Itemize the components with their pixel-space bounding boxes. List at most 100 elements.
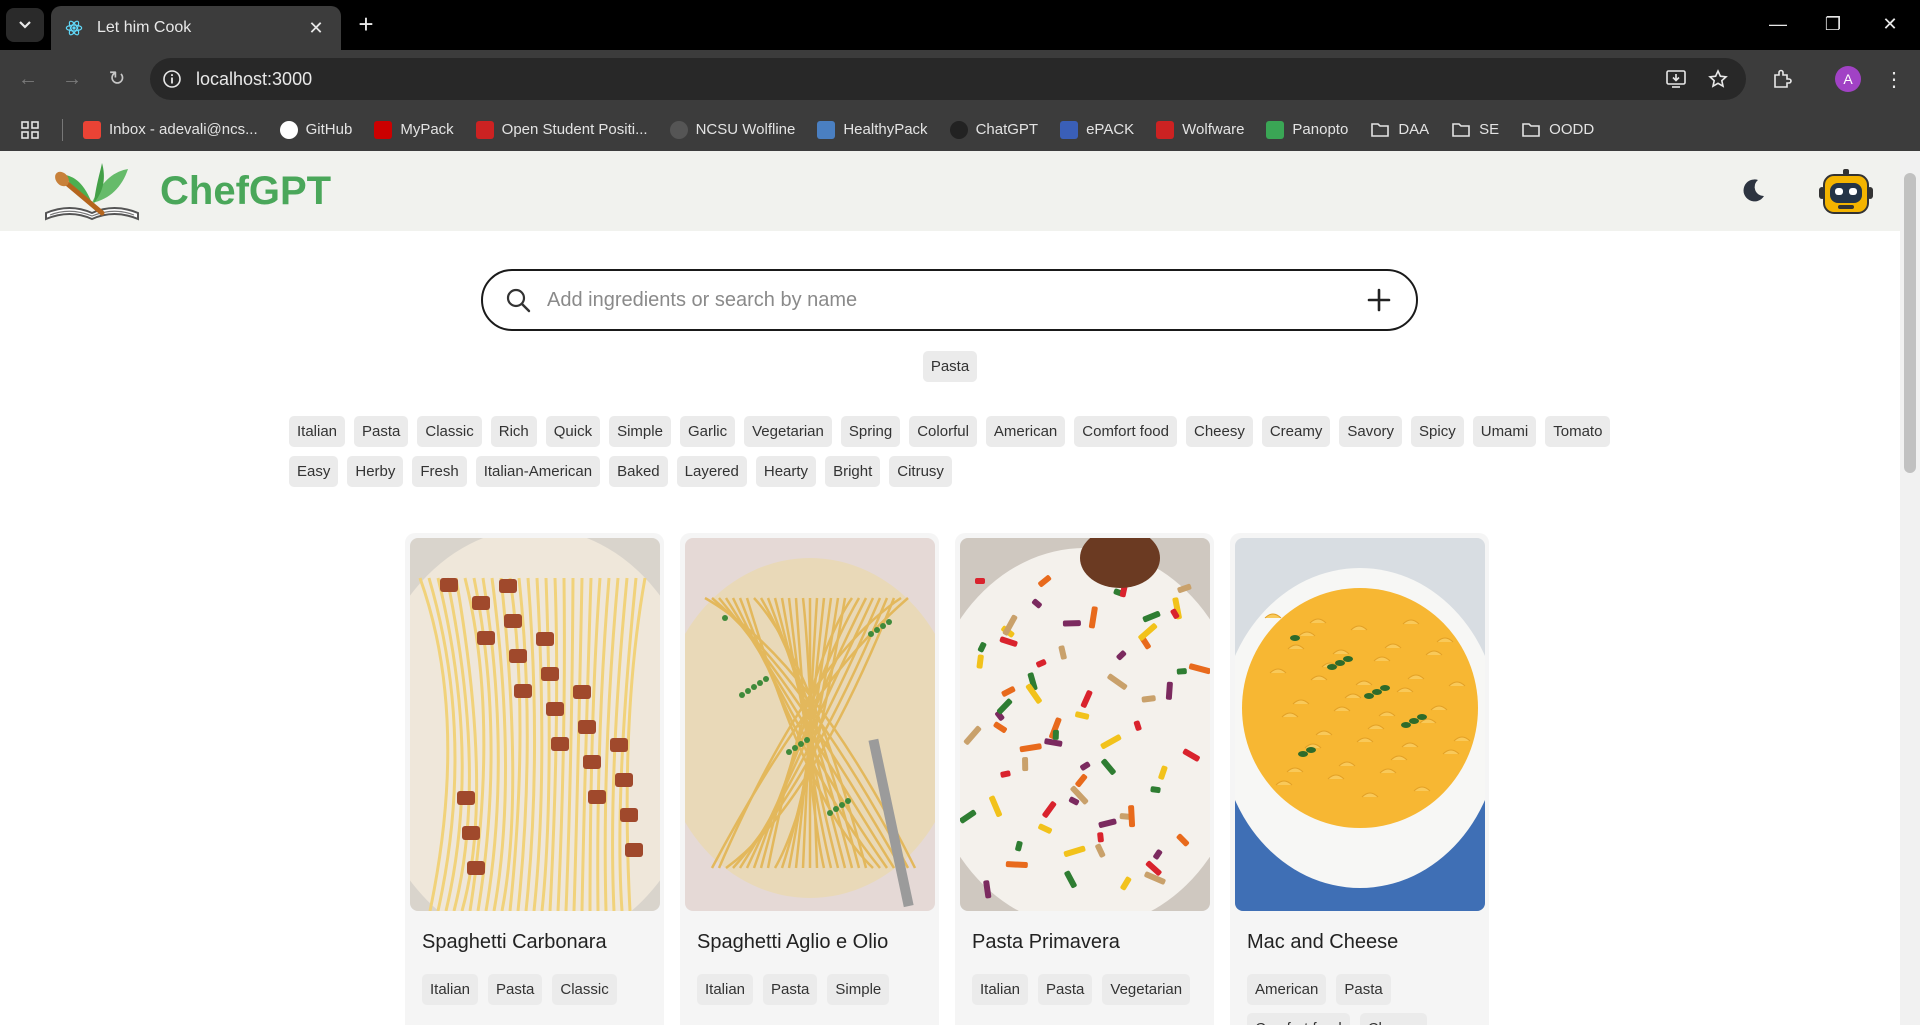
bookmark-favicon-icon xyxy=(1156,120,1175,139)
bookmark-label: Panopto xyxy=(1292,121,1349,138)
bookmark-item[interactable]: ChatGPT xyxy=(949,120,1038,139)
recipe-tag-chip[interactable]: Italian xyxy=(972,974,1029,1005)
bookmark-item[interactable]: NCSU Wolfline xyxy=(669,120,795,139)
close-tab-icon[interactable]: ✕ xyxy=(305,18,327,39)
tag-chip[interactable]: Layered xyxy=(676,456,747,487)
bookmark-item[interactable]: DAA xyxy=(1370,121,1429,139)
recipe-tag-chip[interactable]: Pasta xyxy=(488,974,543,1005)
tag-chip[interactable]: Umami xyxy=(1472,416,1537,447)
recipe-tag-chip[interactable]: Italian xyxy=(697,974,754,1005)
tag-chip[interactable]: Quick xyxy=(545,416,601,447)
bookmark-item[interactable]: HealthyPack xyxy=(817,120,928,139)
apps-grid-icon[interactable] xyxy=(20,120,40,140)
tag-chip[interactable]: Citrusy xyxy=(889,456,952,487)
tab-active[interactable]: Let him Cook ✕ xyxy=(51,6,341,50)
tag-chip[interactable]: Cheesy xyxy=(1185,416,1253,447)
bookmark-item[interactable]: ePACK xyxy=(1060,120,1134,139)
tag-chip[interactable]: Savory xyxy=(1339,416,1403,447)
folder-icon xyxy=(1521,121,1549,139)
chatbot-robot-icon[interactable] xyxy=(1818,167,1874,217)
minimize-button[interactable]: — xyxy=(1758,9,1798,39)
recipe-title[interactable]: Spaghetti Carbonara xyxy=(422,931,659,954)
more-menu-icon[interactable]: ⋮ xyxy=(1878,64,1910,94)
recipe-card[interactable]: Spaghetti Aglio e Olio Italian Pasta Simple xyxy=(680,533,939,1025)
address-bar[interactable]: localhost:3000 xyxy=(150,58,1746,100)
tag-chip[interactable]: Bright xyxy=(825,456,881,487)
recipe-tags: Italian Pasta Vegetarian xyxy=(972,974,1202,1005)
bookmark-item[interactable]: OODD xyxy=(1521,121,1594,139)
bookmark-favicon-icon xyxy=(279,120,298,139)
recipe-tag-chip[interactable]: Classic xyxy=(552,974,617,1005)
recipe-tag-chip[interactable]: Pasta xyxy=(1336,974,1391,1005)
react-icon xyxy=(65,20,83,36)
tag-chip[interactable]: Spring xyxy=(840,416,901,447)
brand-title[interactable]: ChefGPT xyxy=(160,169,331,214)
tag-chip[interactable]: Fresh xyxy=(412,456,467,487)
selected-ingredient-chip[interactable]: Pasta xyxy=(922,351,978,382)
recipe-image[interactable] xyxy=(1235,538,1485,911)
tag-chip[interactable]: Rich xyxy=(490,416,537,447)
tag-chip[interactable]: Hearty xyxy=(755,456,817,487)
tag-chip[interactable]: Baked xyxy=(609,456,668,487)
bookmark-item[interactable]: Wolfware xyxy=(1156,120,1244,139)
recipe-tag-chip[interactable]: Comfort food xyxy=(1247,1013,1350,1025)
bookmark-item[interactable]: Inbox - adevali@ncs... xyxy=(83,120,258,139)
recipe-title[interactable]: Mac and Cheese xyxy=(1247,931,1484,954)
tag-chip[interactable]: Italian-American xyxy=(475,456,601,487)
bookmark-item[interactable]: Open Student Positi... xyxy=(475,120,648,139)
bookmark-item[interactable]: SE xyxy=(1451,121,1499,139)
recipe-title[interactable]: Spaghetti Aglio e Olio xyxy=(697,931,934,954)
page-scrollbar[interactable] xyxy=(1900,151,1920,1025)
tag-chip[interactable]: Creamy xyxy=(1261,416,1331,447)
recipe-image[interactable] xyxy=(410,538,660,911)
recipe-tag-chip[interactable]: Vegetarian xyxy=(1102,974,1191,1005)
recipe-tag-chip[interactable]: Italian xyxy=(422,974,479,1005)
install-app-icon[interactable] xyxy=(1658,58,1694,100)
scrollbar-thumb[interactable] xyxy=(1904,173,1916,473)
restore-button[interactable]: ❐ xyxy=(1813,9,1853,39)
recipe-tag-chip[interactable]: Simple xyxy=(827,974,890,1005)
recipe-card[interactable]: Spaghetti Carbonara Italian Pasta Classic xyxy=(405,533,664,1025)
extensions-icon[interactable] xyxy=(1766,64,1798,94)
recipe-tag-chip[interactable]: Pasta xyxy=(1038,974,1093,1005)
back-button[interactable]: ← xyxy=(13,64,43,94)
recipe-card[interactable]: Pasta Primavera Italian Pasta Vegetarian xyxy=(955,533,1214,1025)
tag-chip[interactable]: Italian xyxy=(289,416,346,447)
tag-chip[interactable]: Classic xyxy=(417,416,482,447)
tag-chip[interactable]: Tomato xyxy=(1545,416,1611,447)
tab-strip: Let him Cook ✕ + — ❐ ✕ xyxy=(0,0,1920,50)
recipe-image[interactable] xyxy=(960,538,1210,911)
profile-avatar[interactable]: A xyxy=(1832,64,1864,94)
forward-button[interactable]: → xyxy=(57,64,87,94)
recipe-tag-chip[interactable]: Cheesy xyxy=(1359,1013,1427,1025)
tag-chip[interactable]: Garlic xyxy=(679,416,736,447)
recipe-tag-chip[interactable]: Pasta xyxy=(763,974,818,1005)
site-info-icon[interactable] xyxy=(162,69,182,89)
new-tab-button[interactable]: + xyxy=(352,9,380,39)
recipe-image[interactable] xyxy=(685,538,935,911)
bookmark-item[interactable]: Panopto xyxy=(1266,120,1349,139)
bookmark-item[interactable]: MyPack xyxy=(374,120,454,139)
close-window-button[interactable]: ✕ xyxy=(1870,9,1910,39)
tag-chip[interactable]: Vegetarian xyxy=(744,416,832,447)
tab-search-button[interactable] xyxy=(6,8,44,42)
tag-chip[interactable]: Colorful xyxy=(909,416,977,447)
add-ingredient-icon[interactable] xyxy=(1364,285,1394,315)
dark-mode-toggle-icon[interactable] xyxy=(1738,176,1768,206)
search-input[interactable] xyxy=(547,288,1327,312)
bookmark-favicon-icon xyxy=(83,120,101,139)
tag-chip[interactable]: Herby xyxy=(347,456,404,487)
reload-button[interactable]: ↻ xyxy=(102,64,132,94)
tag-chip[interactable]: Spicy xyxy=(1411,416,1464,447)
tag-chip[interactable]: American xyxy=(985,416,1066,447)
bookmark-star-icon[interactable] xyxy=(1700,58,1736,100)
recipe-tag-chip[interactable]: American xyxy=(1247,974,1327,1005)
tag-chip[interactable]: Comfort food xyxy=(1074,416,1177,447)
bookmark-item[interactable]: GitHub xyxy=(279,120,352,139)
tag-chip[interactable]: Simple xyxy=(609,416,671,447)
recipe-title[interactable]: Pasta Primavera xyxy=(972,931,1209,954)
recipe-tags: Italian Pasta Classic xyxy=(422,974,652,1005)
recipe-card[interactable]: Mac and Cheese American Pasta Comfort food C… xyxy=(1230,533,1489,1025)
tag-chip[interactable]: Easy xyxy=(289,456,339,487)
tag-chip[interactable]: Pasta xyxy=(354,416,409,447)
